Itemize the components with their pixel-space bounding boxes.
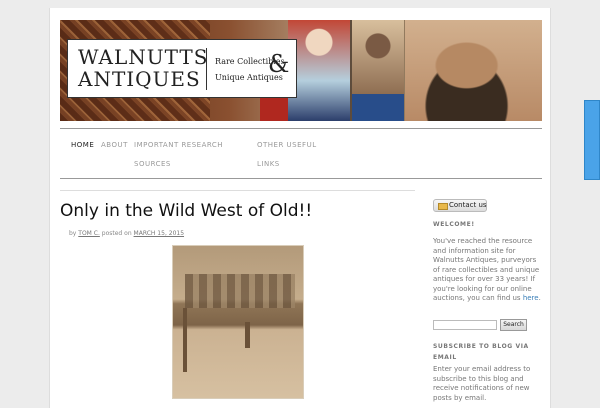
photo-post (183, 308, 187, 372)
subscribe-title-line-1: SUBSCRIBE TO BLOG VIA (433, 343, 529, 350)
welcome-end: . (538, 294, 541, 302)
page-container: WALNUTTS ANTIQUES Rare Collectibles Uniq… (49, 8, 551, 408)
widget-title-welcome: WELCOME! (433, 221, 475, 228)
post-author-link[interactable]: TOM C. (78, 230, 100, 237)
contact-us-label: Contact us (449, 201, 487, 209)
envelope-icon (438, 203, 448, 210)
auctions-link[interactable]: here (523, 294, 539, 302)
photo-post-2 (245, 322, 250, 348)
post-date-link[interactable]: MARCH 15, 2015 (134, 230, 184, 237)
nav-item-other-useful[interactable]: OTHER USEFUL (257, 141, 317, 149)
banner-blue-book (352, 94, 404, 121)
banner-woman-poster (288, 20, 350, 121)
header-banner[interactable]: WALNUTTS ANTIQUES Rare Collectibles Uniq… (60, 20, 542, 121)
nav-item-about[interactable]: ABOUT (101, 141, 128, 149)
nav-item-important-research[interactable]: IMPORTANT RESEARCH (134, 141, 223, 149)
post-title[interactable]: Only in the Wild West of Old!! (60, 201, 312, 221)
contact-us-button[interactable]: Contact us (433, 199, 487, 212)
welcome-text: You've reached the resource and informat… (433, 237, 543, 304)
welcome-body: You've reached the resource and informat… (433, 237, 540, 302)
nav-item-sources[interactable]: SOURCES (134, 160, 171, 168)
logo-line-2: ANTIQUES (78, 67, 201, 91)
logo-line-1: WALNUTTS (78, 45, 209, 69)
site-logo[interactable]: WALNUTTS ANTIQUES Rare Collectibles Uniq… (67, 39, 297, 98)
logo-ampersand: & (268, 50, 290, 78)
nav-item-home[interactable]: HOME (71, 141, 94, 149)
post-meta: by TOM C. posted on MARCH 15, 2015 (69, 230, 184, 237)
subscribe-title-line-2: EMAIL (433, 354, 457, 361)
widget-title-subscribe: SUBSCRIBE TO BLOG VIA EMAIL (433, 343, 529, 361)
banner-girl-photo (352, 20, 404, 94)
main-nav: HOME ABOUT IMPORTANT RESEARCH SOURCES OT… (60, 128, 542, 179)
photo-buildings (185, 274, 295, 308)
banner-portrait (405, 20, 542, 121)
post-photo[interactable] (173, 246, 303, 398)
search-input[interactable] (433, 320, 497, 330)
meta-posted-on: posted on (101, 230, 132, 237)
nav-item-links[interactable]: LINKS (257, 160, 280, 168)
content-divider (60, 190, 415, 191)
logo-divider (206, 48, 207, 90)
side-feedback-tab[interactable] (584, 100, 600, 180)
search-button[interactable]: Search (500, 319, 527, 331)
logo-wordmark: WALNUTTS ANTIQUES (78, 46, 208, 90)
subscribe-text: Enter your email address to subscribe to… (433, 365, 531, 402)
meta-by: by (69, 230, 77, 237)
